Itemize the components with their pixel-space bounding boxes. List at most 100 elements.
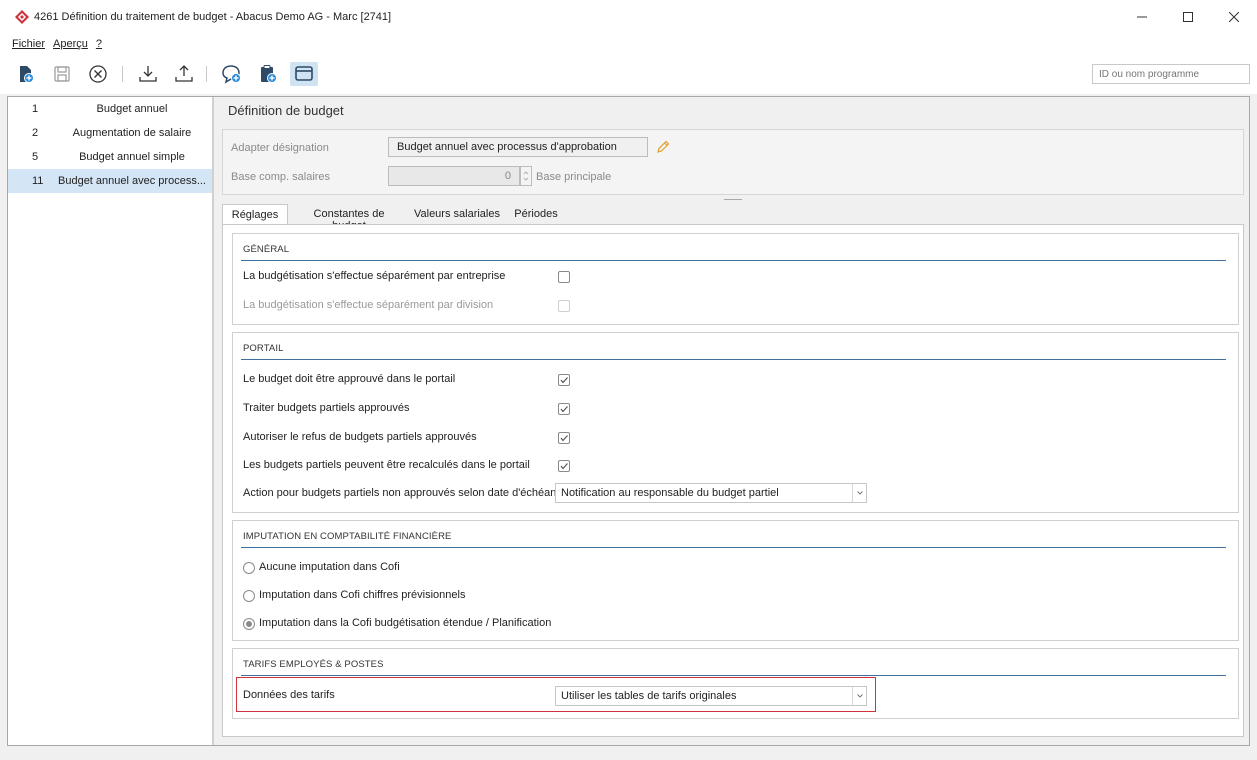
- tariffs-section: TARIFS EMPLOYÉS & POSTES Données des tar…: [232, 648, 1239, 719]
- approve-checkbox[interactable]: [558, 374, 570, 386]
- section-title: IMPUTATION EN COMPTABILITÉ FINANCIÈRE: [243, 531, 452, 542]
- window-toggle-button[interactable]: [290, 62, 318, 86]
- clipboard-add-icon: [261, 65, 277, 83]
- maximize-button[interactable]: [1165, 0, 1211, 34]
- list-item-number: 5: [32, 151, 39, 163]
- cancel-icon: [89, 65, 107, 83]
- menu-fichier[interactable]: Fichier: [12, 38, 45, 50]
- imputation-radio-extended[interactable]: [243, 618, 255, 630]
- list-item-label: Budget annuel avec process...: [58, 175, 206, 187]
- save-button[interactable]: [50, 62, 74, 86]
- menu-bar: Fichier Aperçu ?: [0, 34, 1257, 54]
- toolbar-separator: [122, 66, 123, 82]
- portal-section: PORTAIL Le budget doit être approuvé dan…: [232, 332, 1239, 513]
- check-icon: [560, 435, 568, 442]
- by-division-label: La budgétisation s'effectue séparément p…: [243, 299, 494, 311]
- section-divider: [241, 675, 1226, 676]
- tab-valeurs-salariales[interactable]: Valeurs salariales: [412, 204, 502, 225]
- window-icon: [295, 66, 313, 81]
- title-bar: 4261 Définition du traitement de budget …: [0, 0, 1257, 34]
- toolbar-separator: [206, 66, 207, 82]
- imputation-option-label: Imputation dans Cofi chiffres prévisionn…: [259, 589, 466, 601]
- general-section: GÉNÉRAL La budgétisation s'effectue sépa…: [232, 233, 1239, 325]
- imputation-radio-none[interactable]: [243, 562, 255, 574]
- action-label: Action pour budgets partiels non approuv…: [243, 487, 568, 499]
- list-item-selected[interactable]: 11 Budget annuel avec process...: [8, 169, 212, 193]
- imputation-option-label: Imputation dans la Cofi budgétisation ét…: [259, 617, 552, 629]
- refuse-checkbox[interactable]: [558, 432, 570, 444]
- download-icon: [139, 66, 157, 82]
- list-item-number: 1: [32, 103, 39, 115]
- window-title: 4261 Définition du traitement de budget …: [34, 11, 392, 23]
- cancel-button[interactable]: [86, 62, 110, 86]
- upload-icon: [175, 65, 193, 82]
- by-company-label: La budgétisation s'effectue séparément p…: [243, 270, 506, 282]
- process-checkbox[interactable]: [558, 403, 570, 415]
- section-divider: [241, 260, 1226, 261]
- add-clipboard-button[interactable]: [256, 62, 280, 86]
- page-title: Définition de budget: [228, 103, 344, 118]
- designation-label: Adapter désignation: [231, 142, 329, 154]
- new-document-icon: [20, 66, 34, 83]
- close-button[interactable]: [1211, 0, 1257, 34]
- imputation-section: IMPUTATION EN COMPTABILITÉ FINANCIÈRE Au…: [232, 520, 1239, 641]
- imputation-option-label: Aucune imputation dans Cofi: [259, 561, 400, 573]
- tab-reglages[interactable]: Réglages: [222, 204, 288, 225]
- process-label: Traiter budgets partiels approuvés: [243, 402, 410, 414]
- minimize-button[interactable]: [1119, 0, 1165, 34]
- section-divider: [241, 359, 1226, 360]
- imputation-radio-forecast[interactable]: [243, 590, 255, 602]
- import-button[interactable]: [136, 62, 160, 86]
- recalc-label: Les budgets partiels peuvent être recalc…: [243, 459, 530, 471]
- tab-periodes[interactable]: Périodes: [512, 204, 560, 225]
- abacus-logo-icon: [15, 10, 29, 24]
- header-form: [222, 129, 1244, 195]
- list-item-label: Budget annuel simple: [79, 151, 185, 163]
- budget-list: 1 Budget annuel 2 Augmentation de salair…: [8, 97, 212, 745]
- check-icon: [560, 406, 568, 413]
- salary-base-stepper: [520, 166, 532, 186]
- tariff-data-value: Utiliser les tables de tarifs originales: [561, 690, 737, 702]
- header-collapse-handle[interactable]: [724, 199, 742, 200]
- tab-constantes[interactable]: Constantes de budget: [296, 204, 402, 232]
- menu-apercu[interactable]: Aperçu: [53, 38, 88, 50]
- status-bar: [0, 746, 1257, 760]
- action-select[interactable]: Notification au responsable du budget pa…: [555, 483, 867, 503]
- pencil-icon[interactable]: [656, 140, 670, 154]
- list-item-number: 2: [32, 127, 39, 139]
- salary-base-suffix: Base principale: [536, 171, 612, 183]
- minimize-icon: [1137, 16, 1147, 18]
- new-button[interactable]: [14, 62, 38, 86]
- close-icon: [1229, 12, 1239, 22]
- action-select-value: Notification au responsable du budget pa…: [561, 487, 779, 499]
- by-division-checkbox: [558, 300, 570, 312]
- menu-help[interactable]: ?: [96, 38, 102, 50]
- spinner-arrows-icon: [523, 171, 529, 181]
- section-divider: [241, 547, 1226, 548]
- designation-field[interactable]: Budget annuel avec processus d'approbati…: [388, 137, 648, 157]
- check-icon: [560, 377, 568, 384]
- refuse-label: Autoriser le refus de budgets partiels a…: [243, 431, 477, 443]
- program-search-input[interactable]: [1092, 64, 1250, 84]
- chevron-down-icon: [852, 687, 866, 705]
- export-button[interactable]: [172, 62, 196, 86]
- approve-label: Le budget doit être approuvé dans le por…: [243, 373, 456, 385]
- list-item[interactable]: 1 Budget annuel: [8, 97, 212, 121]
- list-item-number: 11: [32, 175, 44, 187]
- section-title: GÉNÉRAL: [243, 244, 290, 255]
- by-company-checkbox[interactable]: [558, 271, 570, 283]
- toolbar: [0, 54, 1257, 94]
- list-item-label: Budget annuel: [96, 103, 168, 115]
- list-item[interactable]: 2 Augmentation de salaire: [8, 121, 212, 145]
- chevron-down-icon: [852, 484, 866, 502]
- list-item-label: Augmentation de salaire: [72, 127, 192, 139]
- tariff-data-label: Données des tarifs: [243, 689, 335, 701]
- add-comment-button[interactable]: [220, 62, 244, 86]
- salary-base-label: Base comp. salaires: [231, 171, 331, 183]
- tariff-data-select[interactable]: Utiliser les tables de tarifs originales: [555, 686, 867, 706]
- recalc-checkbox[interactable]: [558, 460, 570, 472]
- check-icon: [560, 463, 568, 470]
- list-item[interactable]: 5 Budget annuel simple: [8, 145, 212, 169]
- salary-base-field: 0: [388, 166, 520, 186]
- section-title: TARIFS EMPLOYÉS & POSTES: [243, 659, 384, 670]
